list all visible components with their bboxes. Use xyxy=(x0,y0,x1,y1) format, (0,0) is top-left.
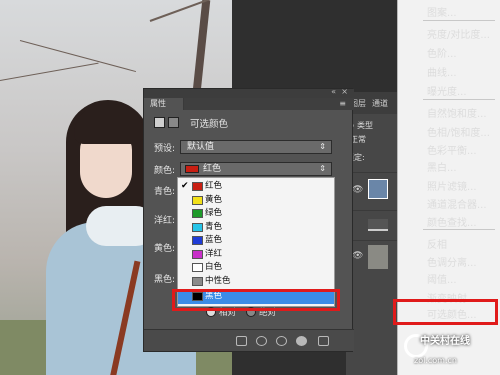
slider-yellow-label: 黄色: xyxy=(154,244,176,254)
dropdown-item-label: 白色 xyxy=(205,262,223,272)
menu-item-invert[interactable]: 反相 xyxy=(427,236,447,251)
preset-label: 预设: xyxy=(154,144,176,154)
menu-item-levels[interactable]: 色阶... xyxy=(427,45,457,60)
color-swatch xyxy=(192,195,203,205)
panel-titlebar[interactable]: « × xyxy=(144,87,354,98)
dropdown-item-label: 洋红 xyxy=(205,248,223,259)
reset-icon[interactable] xyxy=(276,336,287,346)
dropdown-item-label: 青色 xyxy=(205,221,223,232)
menu-item-vibrance[interactable]: 自然饱和度... xyxy=(427,105,487,120)
menu-item-color-balance[interactable]: 色彩平衡... xyxy=(427,142,477,157)
kind-filter-label: 类型 xyxy=(357,121,374,130)
menu-item-posterize[interactable]: 色调分离... xyxy=(427,254,477,269)
view-previous-icon[interactable] xyxy=(256,336,267,346)
menu-item-black-white[interactable]: 黑白... xyxy=(427,159,457,174)
photo-thumbnail xyxy=(368,245,388,269)
tree-branch xyxy=(0,62,99,81)
trash-icon[interactable] xyxy=(318,336,329,346)
dropdown-item-blue[interactable]: 蓝色 xyxy=(178,234,334,248)
watermark-text: 中关村在线 xyxy=(420,336,470,347)
layer-row-adjustment[interactable]: 👁 xyxy=(346,172,398,210)
checkmark-icon: ✔ xyxy=(181,181,189,191)
menu-item-channel-mixer[interactable]: 通道混合器... xyxy=(427,196,487,211)
slider-magenta-label: 洋红: xyxy=(154,216,176,226)
colors-select[interactable]: 红色 ⇕ xyxy=(180,162,332,176)
dropdown-item-label: 绿色 xyxy=(205,208,223,218)
color-swatch xyxy=(192,249,203,259)
color-swatch xyxy=(192,209,203,218)
adjustment-icon[interactable] xyxy=(154,117,165,128)
panel-title: 可选颜色 xyxy=(190,119,229,130)
color-swatch xyxy=(192,222,203,232)
menu-item-photo-filter[interactable]: 照片滤镜... xyxy=(427,178,477,193)
slider-cyan-label: 青色: xyxy=(154,187,176,197)
preset-select[interactable]: 默认值 ⇕ xyxy=(180,140,332,154)
color-swatch xyxy=(192,182,203,191)
panel-menu-icon[interactable]: ≡ xyxy=(339,99,346,108)
menu-separator xyxy=(423,229,495,230)
colors-dropdown-list: ✔ 红色 黄色 绿色 青色 蓝色 洋红 白色 中性色 黑色 xyxy=(177,177,335,307)
menu-separator xyxy=(423,20,495,21)
panel-bottom-toolbar xyxy=(144,329,354,351)
kind-filter[interactable]: ⌕ 类型 xyxy=(350,120,373,131)
menu-item-color-lookup[interactable]: 颜色查找... xyxy=(427,214,477,229)
color-swatch xyxy=(192,276,203,286)
menu-item-pattern[interactable]: 图案... xyxy=(427,4,457,19)
dropdown-item-cyan[interactable]: 青色 xyxy=(178,221,334,235)
adjustment-type-icons xyxy=(154,117,180,129)
menu-item-hue-saturation[interactable]: 色相/饱和度... xyxy=(427,124,490,139)
dropdown-item-neutral[interactable]: 中性色 xyxy=(178,275,334,289)
dropdown-item-label: 黄色 xyxy=(205,194,223,205)
dropdown-item-yellow[interactable]: 黄色 xyxy=(178,194,334,208)
dropdown-item-label: 蓝色 xyxy=(205,235,223,245)
menu-item-exposure[interactable]: 曝光度... xyxy=(427,83,467,98)
histogram-icon xyxy=(368,219,388,231)
color-swatch xyxy=(192,236,203,245)
dropdown-item-label: 中性色 xyxy=(205,275,231,286)
dropdown-item-green[interactable]: 绿色 xyxy=(178,207,334,221)
layer-row-photo[interactable]: 👁 xyxy=(346,240,398,274)
watermark-url: zol.com.cn xyxy=(414,356,457,365)
dropdown-item-magenta[interactable]: 洋红 xyxy=(178,248,334,262)
annotation-highlight-menu xyxy=(393,299,498,325)
color-swatch xyxy=(185,165,199,173)
dropdown-item-red[interactable]: ✔ 红色 xyxy=(178,180,334,194)
chevron-updown-icon: ⇕ xyxy=(319,164,326,173)
preset-value: 默认值 xyxy=(187,142,215,152)
colors-value: 红色 xyxy=(203,164,222,174)
slider-black-label: 黑色: xyxy=(154,275,176,285)
tab-channels[interactable]: 通道 xyxy=(372,98,388,110)
dropdown-item-white[interactable]: 白色 xyxy=(178,261,334,275)
menu-item-threshold[interactable]: 阈值... xyxy=(427,271,457,286)
color-swatch xyxy=(192,263,203,272)
eye-icon[interactable]: 👁 xyxy=(352,251,363,261)
annotation-highlight-dropdown xyxy=(172,289,340,311)
tab-properties[interactable]: 属性 xyxy=(144,98,184,110)
colors-label: 颜色: xyxy=(154,166,176,176)
layer-row-levels[interactable] xyxy=(346,210,398,240)
visibility-icon[interactable] xyxy=(296,336,307,346)
chevron-updown-icon: ⇕ xyxy=(319,142,326,151)
adjustment-thumbnail xyxy=(368,179,388,199)
mask-icon[interactable] xyxy=(168,117,179,128)
eye-icon[interactable]: 👁 xyxy=(352,185,363,195)
collapse-icon[interactable]: « xyxy=(331,87,336,96)
close-icon[interactable]: × xyxy=(341,87,348,96)
tree-branch xyxy=(149,0,232,22)
dropdown-item-label: 红色 xyxy=(205,181,223,191)
menu-item-brightness-contrast[interactable]: 亮度/对比度... xyxy=(427,26,490,41)
clip-to-layer-icon[interactable] xyxy=(236,336,247,346)
menu-separator xyxy=(423,99,495,100)
menu-item-curves[interactable]: 曲线... xyxy=(427,64,457,79)
